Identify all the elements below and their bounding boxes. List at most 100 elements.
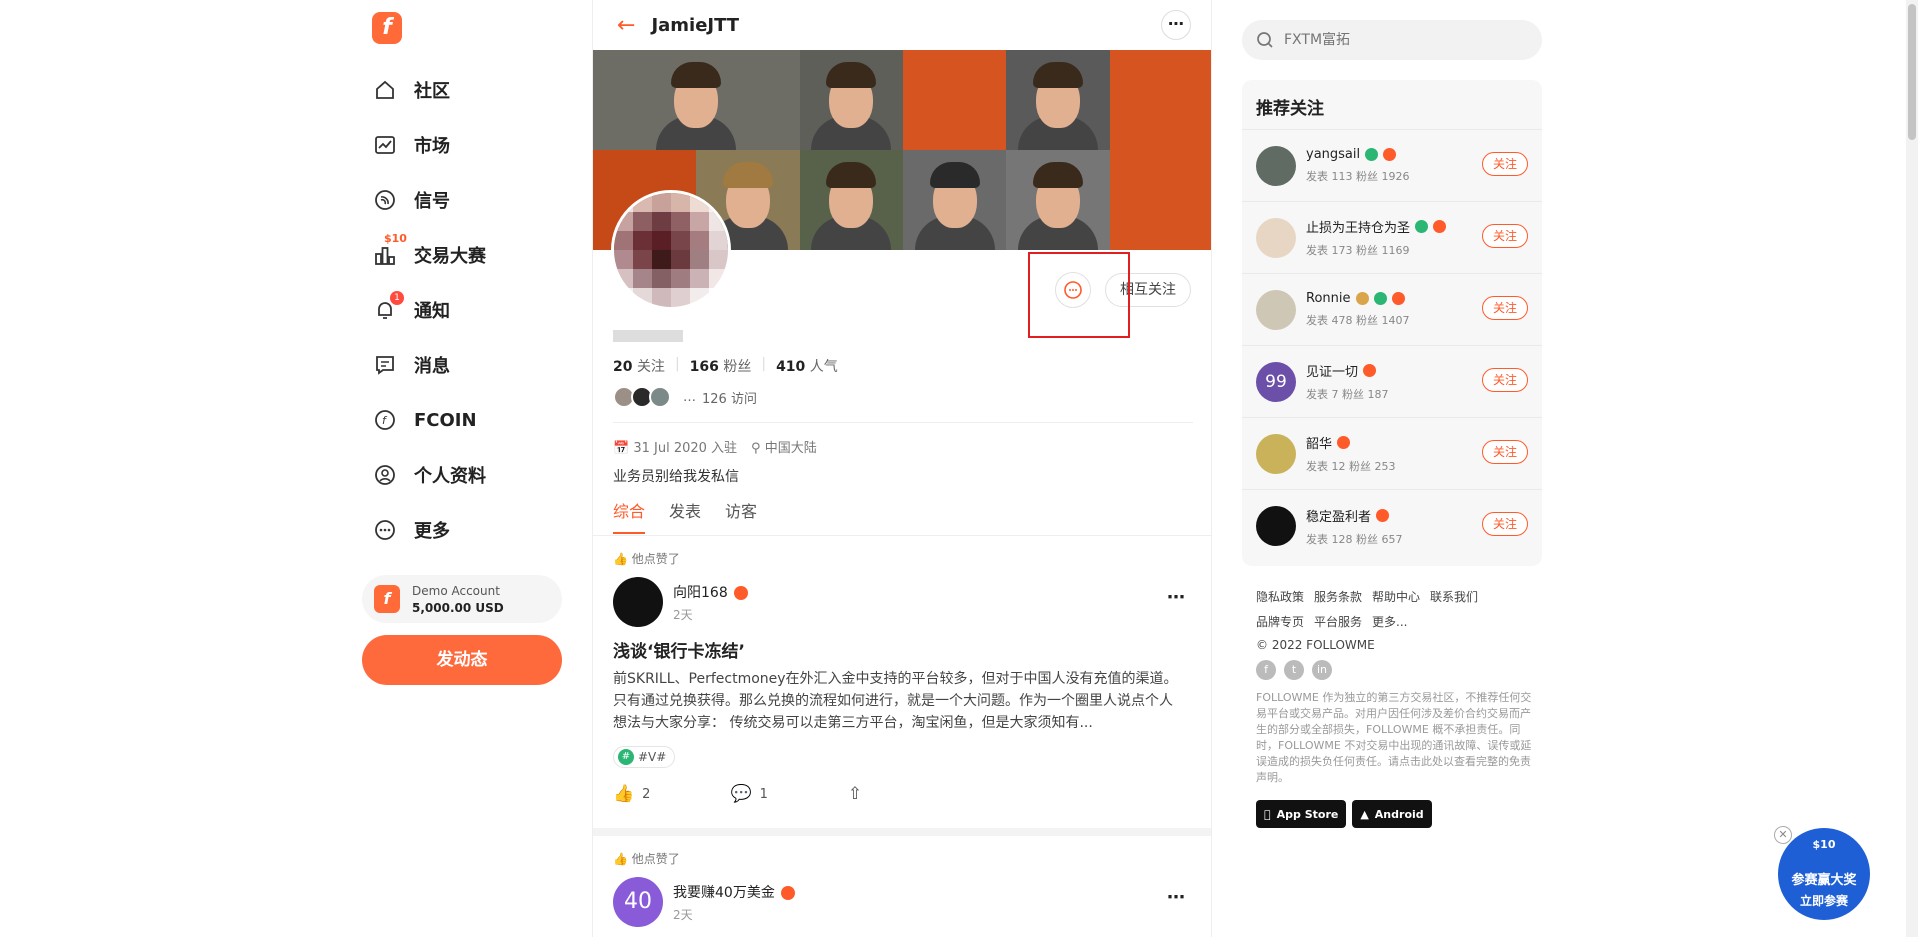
nav-item-signal[interactable]: 信号 xyxy=(372,180,450,220)
facebook-icon[interactable]: f xyxy=(1256,660,1276,680)
profile-header: ← JamieJTT ⋯ xyxy=(593,0,1211,50)
highlight-box xyxy=(1028,252,1130,338)
demo-account-card[interactable]: f Demo Account 5,000.00 USD xyxy=(362,575,562,623)
recommend-name[interactable]: 韶华 xyxy=(1306,433,1395,452)
search-bar[interactable] xyxy=(1242,20,1542,60)
avatar[interactable] xyxy=(613,577,663,627)
post-more-button[interactable]: ⋯ xyxy=(1167,887,1185,908)
recommend-item[interactable]: 99 见证一切 发表 7 粉丝 187 关注 xyxy=(1242,346,1542,418)
follow-button[interactable]: 关注 xyxy=(1481,440,1528,464)
app-store-button[interactable]: App Store xyxy=(1256,800,1347,828)
nav-item-label: FCOIN xyxy=(414,409,477,431)
recommend-name[interactable]: 见证一切 xyxy=(1306,361,1388,380)
visitor-row[interactable]: … 126 访问 xyxy=(613,386,1193,408)
footer-link[interactable]: 帮助中心 xyxy=(1372,588,1420,605)
close-icon[interactable]: ✕ xyxy=(1774,826,1792,844)
follow-button[interactable]: 关注 xyxy=(1481,296,1528,320)
recommend-item[interactable]: 稳定盈利者 发表 128 粉丝 657 关注 xyxy=(1242,490,1542,562)
avatar[interactable]: 99 xyxy=(1256,361,1296,402)
comment-button[interactable]: 💬 1 xyxy=(730,784,767,804)
fire-badge-icon xyxy=(1433,220,1447,233)
twitter-icon[interactable]: t xyxy=(1284,660,1304,680)
avatar[interactable] xyxy=(1256,217,1296,258)
nav-item-label: 更多 xyxy=(414,521,450,542)
recommend-item[interactable]: 止损为王持仓为圣 发表 173 粉丝 1169 关注 xyxy=(1242,202,1542,274)
feed-post[interactable]: 👍 他点赞了 40 我要赚40万美金 2天 ⋯ xyxy=(593,850,1211,927)
more-options-button[interactable]: ⋯ xyxy=(1161,10,1191,40)
android-button[interactable]: ▲ Android xyxy=(1352,800,1432,828)
recommend-name[interactable]: Ronnie xyxy=(1306,291,1409,306)
banner-photo xyxy=(799,150,903,250)
nav-item-profile[interactable]: 个人资料 xyxy=(372,455,486,495)
nav-item-market[interactable]: 市场 xyxy=(372,125,450,165)
svg-text:f: f xyxy=(382,414,388,427)
follow-button[interactable]: 关注 xyxy=(1481,224,1528,248)
avatar[interactable] xyxy=(1256,145,1296,186)
tab-overview[interactable]: 综合 xyxy=(613,498,646,534)
footer-link[interactable]: 隐私政策 xyxy=(1256,588,1304,605)
avatar[interactable] xyxy=(1256,506,1296,546)
back-arrow-icon[interactable]: ← xyxy=(617,13,635,38)
post-author[interactable]: 向阳168 xyxy=(673,582,748,602)
nav-item-label: 市场 xyxy=(414,136,450,157)
scrollbar[interactable] xyxy=(1906,0,1918,937)
followme-logo: f xyxy=(374,585,400,613)
feed-post[interactable]: 👍 他点赞了 向阳168 2天 ⋯ 浅谈‘银行卡冻结’ 前SKRILL、Perf… xyxy=(593,550,1211,804)
followme-logo[interactable]: f xyxy=(372,12,402,44)
recommend-item[interactable]: yangsail 发表 113 粉丝 1926 关注 xyxy=(1242,130,1542,202)
footer-link[interactable]: 服务条款 xyxy=(1314,588,1362,605)
copyright: © 2022 FOLLOWME xyxy=(1256,638,1375,652)
avatar[interactable]: 40 xyxy=(613,877,663,927)
post-button[interactable]: 发动态 xyxy=(362,635,562,685)
nav-item-fcoin[interactable]: f FCOIN xyxy=(372,400,477,440)
recommended-title: 推荐关注 xyxy=(1242,80,1542,130)
following-count[interactable]: 20 关注 xyxy=(613,356,665,376)
share-button[interactable]: ⇧ xyxy=(848,784,862,804)
follow-button[interactable]: 关注 xyxy=(1481,152,1528,176)
nav-item-contest[interactable]: $10 交易大赛 xyxy=(372,232,486,275)
like-button[interactable]: 👍 2 xyxy=(613,784,650,804)
recommend-name[interactable]: 止损为王持仓为圣 xyxy=(1306,217,1447,236)
recommend-item[interactable]: 韶华 发表 12 粉丝 253 关注 xyxy=(1242,418,1542,490)
contest-badge: $10 xyxy=(384,232,407,245)
linkedin-icon[interactable]: in xyxy=(1312,660,1332,680)
verified-badge-icon xyxy=(1415,220,1429,233)
bell-icon: 1 xyxy=(372,291,404,323)
recommend-stats: 发表 7 粉丝 187 xyxy=(1306,388,1389,401)
fans-count[interactable]: 166 粉丝 xyxy=(690,356,752,376)
banner-photo xyxy=(799,50,903,150)
banner-photo xyxy=(1006,150,1110,250)
avatar[interactable] xyxy=(1256,289,1296,330)
profile-username: JamieJTT xyxy=(651,14,740,36)
avatar[interactable] xyxy=(1256,433,1296,474)
demo-account-balance: 5,000.00 USD xyxy=(412,600,504,615)
scrollbar-thumb[interactable] xyxy=(1908,4,1916,140)
post-author[interactable]: 我要赚40万美金 xyxy=(673,882,795,902)
profile-bio: 业务员别给我发私信 xyxy=(613,469,739,485)
tab-visitors[interactable]: 访客 xyxy=(725,498,757,534)
recommend-item[interactable]: Ronnie 发表 478 粉丝 1407 关注 xyxy=(1242,274,1542,346)
post-more-button[interactable]: ⋯ xyxy=(1167,587,1185,608)
nav-item-messages[interactable]: 消息 xyxy=(372,345,450,385)
recommend-name[interactable]: 稳定盈利者 xyxy=(1306,506,1402,525)
android-icon: ▲ xyxy=(1353,807,1368,821)
follow-button[interactable]: 关注 xyxy=(1481,368,1528,392)
banner-photo xyxy=(1006,50,1110,150)
share-icon: ⇧ xyxy=(847,784,863,804)
post-title[interactable]: 浅谈‘银行卡冻结’ xyxy=(613,637,1185,662)
follow-button[interactable]: 关注 xyxy=(1481,512,1528,536)
post-body[interactable]: 前SKRILL、Perfectmoney在外汇入金中支持的平台较多，但对于中国人… xyxy=(613,668,1185,734)
tab-posts[interactable]: 发表 xyxy=(669,498,701,534)
footer-link[interactable]: 平台服务 xyxy=(1314,613,1362,630)
search-input[interactable] xyxy=(1284,32,1514,48)
footer-link[interactable]: 品牌专页 xyxy=(1256,613,1304,630)
footer-link[interactable]: 联系我们 xyxy=(1430,588,1478,605)
nav-item-more[interactable]: 更多 xyxy=(372,510,450,550)
nav-item-notifications[interactable]: 1 通知 xyxy=(372,290,450,330)
post-tag[interactable]: # #V# xyxy=(613,746,676,768)
recommend-name[interactable]: yangsail xyxy=(1306,147,1409,162)
nav-item-community[interactable]: 社区 xyxy=(372,70,450,110)
contest-float-ad[interactable]: ✕ $10 参赛赢大奖 立即参赛 xyxy=(1774,826,1870,920)
footer-link[interactable]: 更多... xyxy=(1372,613,1407,630)
liked-by-label: 👍 他点赞了 xyxy=(613,552,680,566)
